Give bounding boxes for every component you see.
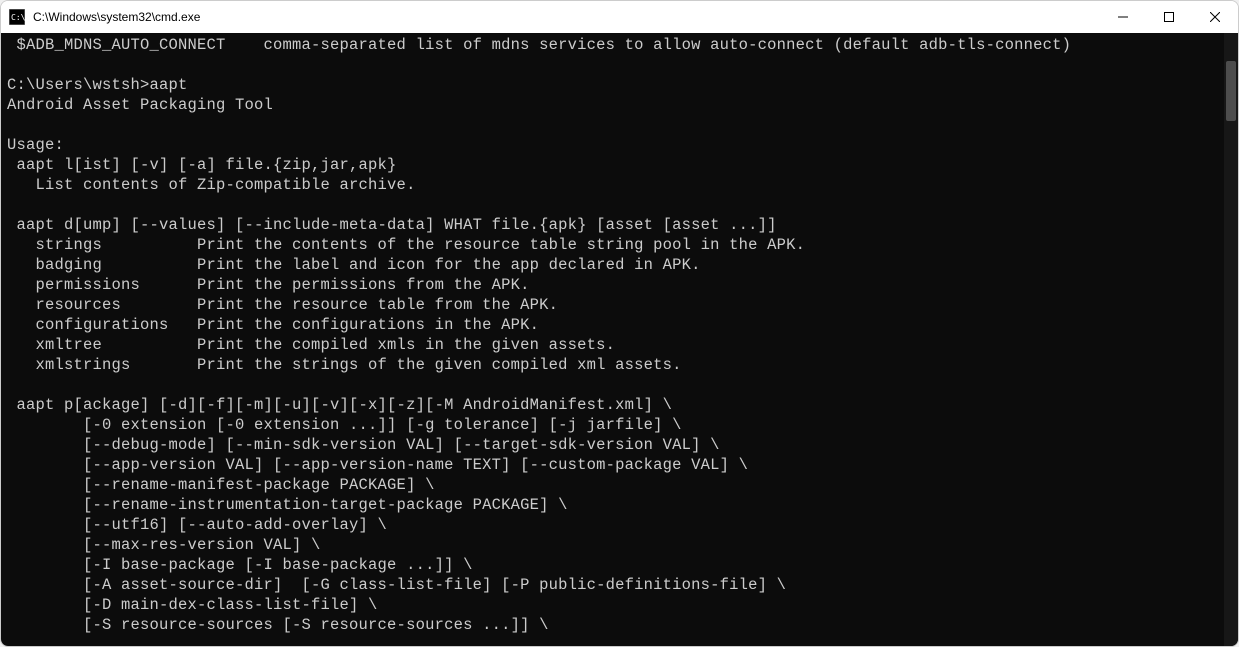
minimize-button[interactable] [1100, 1, 1146, 33]
maximize-button[interactable] [1146, 1, 1192, 33]
terminal-area: $ADB_MDNS_AUTO_CONNECT comma-separated l… [1, 33, 1238, 646]
cmd-icon: C:\ [9, 9, 25, 25]
cmd-window: C:\ C:\Windows\system32\cmd.exe [0, 0, 1239, 647]
svg-text:C:\: C:\ [11, 13, 25, 22]
scrollbar-track[interactable] [1224, 33, 1238, 646]
close-button[interactable] [1192, 1, 1238, 33]
window-title: C:\Windows\system32\cmd.exe [33, 10, 1100, 24]
titlebar[interactable]: C:\ C:\Windows\system32\cmd.exe [1, 1, 1238, 33]
terminal-output[interactable]: $ADB_MDNS_AUTO_CONNECT comma-separated l… [1, 33, 1224, 646]
window-controls [1100, 1, 1238, 33]
scrollbar-thumb[interactable] [1226, 61, 1236, 121]
